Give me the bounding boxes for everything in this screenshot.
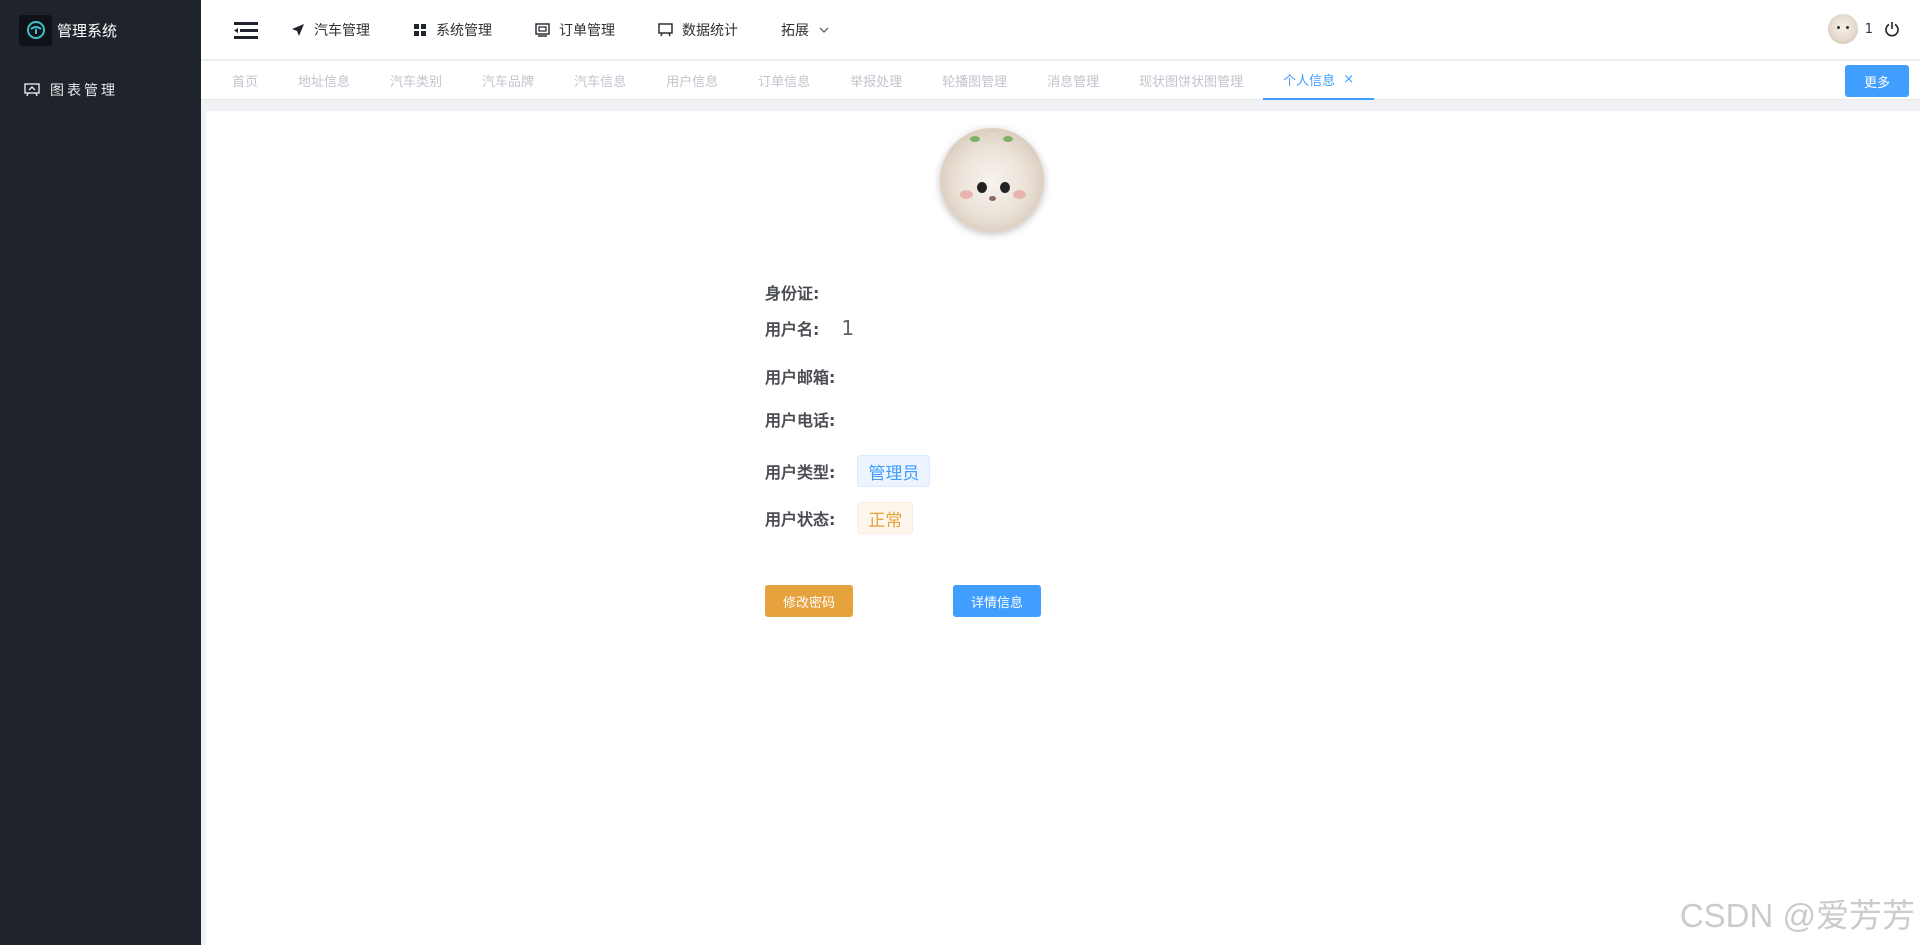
user-status-row: 用户状态: 正常: [765, 502, 914, 534]
tab-label: 首页: [232, 75, 259, 90]
tab-0[interactable]: 首页: [212, 61, 278, 100]
nav-label: 拓展: [781, 22, 809, 39]
profile-avatar[interactable]: [940, 128, 1044, 232]
tab-label: 消息管理: [1047, 75, 1100, 90]
user-type-row: 用户类型: 管理员: [765, 455, 931, 487]
grid-icon: [414, 23, 426, 36]
user-status-label: 用户状态:: [765, 510, 836, 529]
tab-label: 汽车类别: [390, 75, 443, 90]
user-type-label: 用户类型:: [765, 463, 836, 482]
nav-label: 订单管理: [559, 22, 615, 39]
username-label: 用户名:: [765, 320, 820, 339]
nav-extend-dropdown[interactable]: 拓展: [781, 20, 829, 40]
user-status-tag: 正常: [857, 502, 914, 534]
sidebar-item-chart-management[interactable]: 图表管理: [0, 75, 201, 105]
tab-2[interactable]: 汽车类别: [370, 61, 462, 100]
tab-11[interactable]: 个人信息 ×: [1263, 61, 1375, 100]
tab-7[interactable]: 举报处理: [830, 61, 922, 100]
tab-4[interactable]: 汽车信息: [554, 61, 646, 100]
nav-system-management[interactable]: 系统管理: [413, 20, 492, 40]
nav-order-management[interactable]: 订单管理: [535, 20, 615, 40]
chart-board-icon: [24, 83, 40, 97]
phone-label: 用户电话:: [765, 411, 836, 430]
tab-10[interactable]: 现状图饼状图管理: [1119, 61, 1263, 100]
top-nav: 汽车管理 系统管理 订单管理 数据统计 拓展: [291, 20, 872, 40]
header-user-area: 1: [1827, 14, 1900, 44]
phone-row: 用户电话:: [765, 407, 857, 431]
tab-label: 个人信息: [1283, 74, 1336, 89]
change-password-button[interactable]: 修改密码: [765, 585, 853, 617]
tab-6[interactable]: 订单信息: [738, 61, 830, 100]
tab-label: 用户信息: [666, 75, 719, 90]
sidebar-item-label: 图表管理: [50, 83, 118, 99]
board-icon: [658, 22, 673, 36]
nav-label: 汽车管理: [314, 22, 370, 39]
nav-label: 系统管理: [436, 22, 492, 39]
user-type-tag: 管理员: [857, 455, 931, 487]
email-label: 用户邮箱:: [765, 368, 836, 387]
menu-fold-icon: [234, 21, 258, 39]
tab-label: 汽车信息: [574, 75, 627, 90]
id-card-row: 身份证:: [765, 280, 841, 304]
sidebar: 管理系统 图表管理: [0, 0, 201, 945]
power-icon[interactable]: [1884, 21, 1900, 37]
chevron-down-icon: [819, 27, 829, 33]
main-content: 身份证: 用户名: 1 用户邮箱: 用户电话: 用户类型: 管理员 用户状态: …: [206, 111, 1920, 945]
tab-label: 轮播图管理: [942, 75, 1008, 90]
details-button[interactable]: 详情信息: [953, 585, 1041, 617]
watermark: CSDN @爱芳芳: [1679, 897, 1915, 934]
tab-label: 现状图饼状图管理: [1139, 75, 1244, 90]
top-header: 汽车管理 系统管理 订单管理 数据统计 拓展 1: [201, 0, 1920, 60]
tags-list: 首页 地址信息 汽车类别 汽车品牌 汽车信息 用户信息 订单信息 举报处理 轮播图管理 消息管理 现…: [201, 61, 1920, 100]
tab-5[interactable]: 用户信息: [646, 61, 738, 100]
order-icon: [535, 22, 550, 37]
tab-label: 举报处理: [850, 75, 903, 90]
side-menu: 图表管理: [0, 75, 201, 105]
avatar[interactable]: [1827, 14, 1858, 44]
username-value: 1: [841, 316, 855, 340]
tab-9[interactable]: 消息管理: [1027, 61, 1119, 100]
close-icon[interactable]: ×: [1343, 72, 1354, 87]
hamburger-toggle[interactable]: [221, 0, 271, 60]
email-row: 用户邮箱:: [765, 364, 857, 388]
nav-label: 数据统计: [682, 22, 738, 39]
app-title: 管理系统: [57, 21, 118, 40]
more-button[interactable]: 更多: [1845, 65, 1909, 97]
nav-data-statistics[interactable]: 数据统计: [658, 20, 738, 40]
tab-3[interactable]: 汽车品牌: [462, 61, 554, 100]
id-card-label: 身份证:: [765, 284, 820, 303]
username-row: 用户名: 1: [765, 316, 854, 340]
tab-8[interactable]: 轮播图管理: [922, 61, 1027, 100]
send-icon: [292, 23, 304, 36]
tags-view-bar: 首页 地址信息 汽车类别 汽车品牌 汽车信息 用户信息 订单信息 举报处理 轮播图管理 消息管理 现…: [201, 61, 1920, 100]
tab-label: 订单信息: [758, 75, 811, 90]
tab-label: 地址信息: [298, 75, 351, 90]
tab-1[interactable]: 地址信息: [278, 61, 370, 100]
nav-car-management[interactable]: 汽车管理: [291, 20, 370, 40]
app-logo-icon: [19, 14, 52, 46]
brand: 管理系统: [0, 0, 201, 60]
header-username: 1: [1864, 21, 1873, 37]
tab-label: 汽车品牌: [482, 75, 535, 90]
